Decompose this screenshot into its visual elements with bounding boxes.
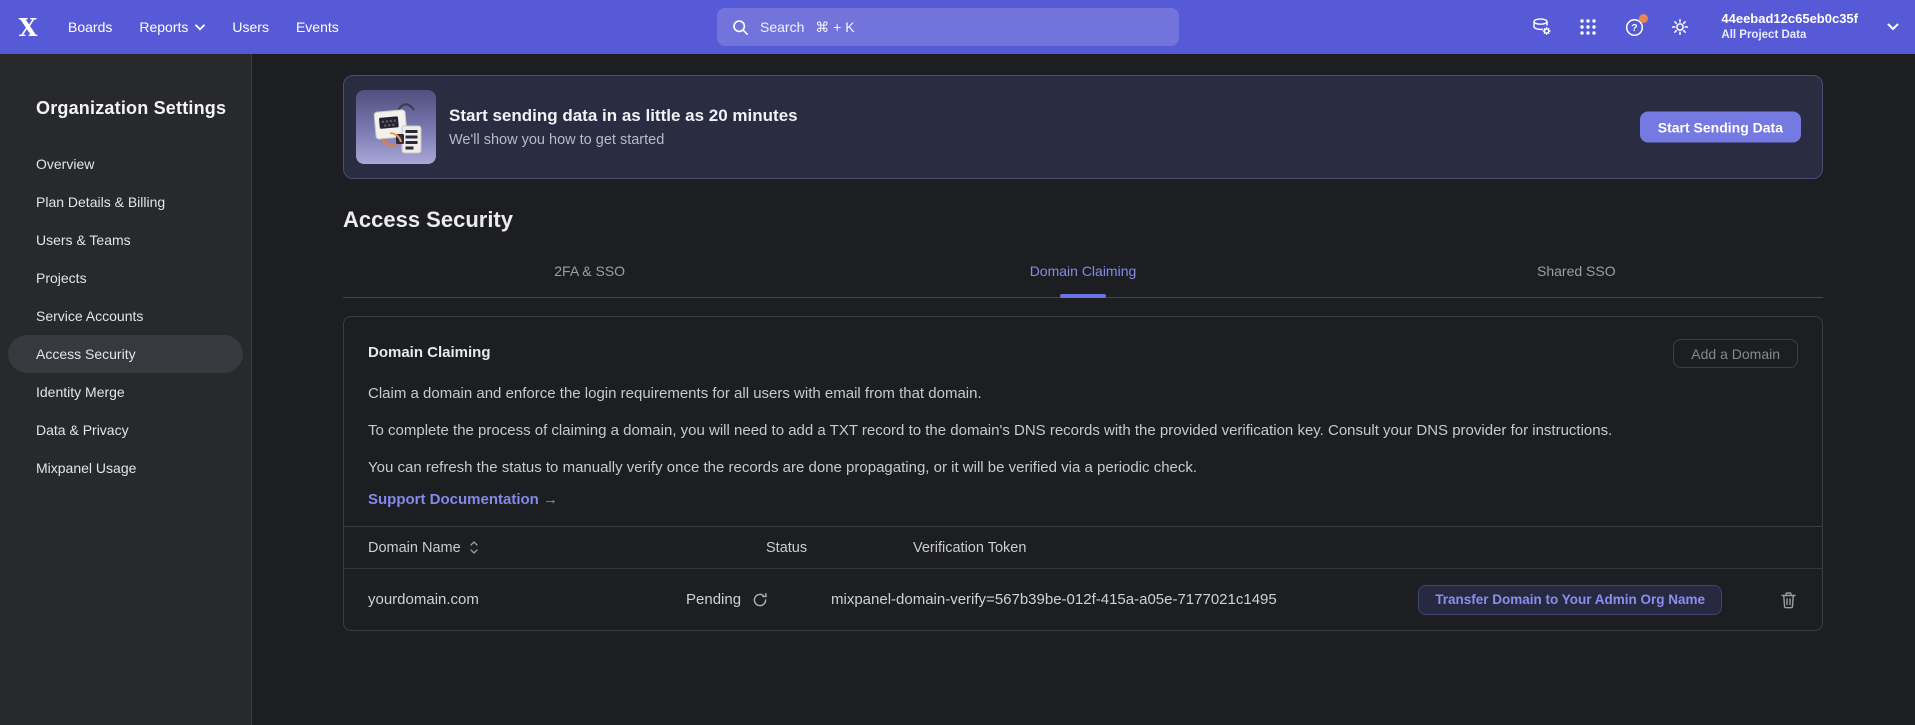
trash-icon[interactable] <box>1780 591 1797 609</box>
table-header-row: Domain Name Status Verification Token <box>344 526 1822 569</box>
project-id: 44eebad12c65eb0c35f <box>1721 11 1858 28</box>
mixpanel-logo[interactable]: X <box>14 13 42 42</box>
help-icon[interactable]: ? <box>1621 14 1647 40</box>
onboarding-banner: Start sending data in as little as 20 mi… <box>343 75 1823 179</box>
nav-item-events[interactable]: Events <box>296 19 339 35</box>
chevron-down-icon <box>195 24 205 31</box>
sidebar-item-users-teams[interactable]: Users & Teams <box>8 221 243 259</box>
nav-item-users[interactable]: Users <box>232 19 269 35</box>
refresh-icon[interactable] <box>752 592 768 608</box>
search-placeholder: Search ⌘ + K <box>760 19 855 36</box>
nav-item-label: Boards <box>68 19 112 35</box>
nav-links: Boards Reports Users Events <box>68 19 339 35</box>
sidebar-title: Organization Settings <box>36 98 251 119</box>
search-icon <box>732 19 749 36</box>
sidebar-item-overview[interactable]: Overview <box>8 145 243 183</box>
domain-claiming-card: Domain Claiming Add a Domain Claim a dom… <box>343 316 1823 631</box>
nav-item-label: Reports <box>139 19 188 35</box>
search-input[interactable]: Search ⌘ + K <box>717 8 1179 46</box>
tab-2fa-sso[interactable]: 2FA & SSO <box>343 242 836 297</box>
tab-shared-sso[interactable]: Shared SSO <box>1330 242 1823 297</box>
banner-illustration <box>356 90 436 164</box>
org-settings-sidebar: Organization Settings Overview Plan Deta… <box>0 54 252 725</box>
sidebar-item-access-security[interactable]: Access Security <box>8 335 243 373</box>
card-title: Domain Claiming <box>368 339 491 361</box>
nav-item-label: Users <box>232 19 269 35</box>
nav-item-reports[interactable]: Reports <box>139 19 205 35</box>
transfer-domain-button[interactable]: Transfer Domain to Your Admin Org Name <box>1418 585 1722 615</box>
sidebar-item-mixpanel-usage[interactable]: Mixpanel Usage <box>8 449 243 487</box>
add-domain-button[interactable]: Add a Domain <box>1673 339 1798 368</box>
access-security-tabs: 2FA & SSO Domain Claiming Shared SSO <box>343 242 1823 298</box>
nav-item-boards[interactable]: Boards <box>68 19 112 35</box>
status-badge: Pending <box>686 591 741 608</box>
verification-token-cell: mixpanel-domain-verify=567b39be-012f-415… <box>831 591 1418 608</box>
card-paragraph: You can refresh the status to manually v… <box>368 456 1708 480</box>
banner-text: Start sending data in as little as 20 mi… <box>449 106 798 148</box>
project-name: All Project Data <box>1721 28 1858 43</box>
domains-table: Domain Name Status Verification Token yo… <box>344 526 1822 630</box>
data-management-icon[interactable] <box>1529 14 1555 40</box>
domain-name-cell: yourdomain.com <box>344 591 686 608</box>
project-chevron-down-icon[interactable] <box>1887 23 1899 31</box>
svg-text:?: ? <box>1631 22 1637 34</box>
sort-icon[interactable] <box>469 540 479 555</box>
nav-right-cluster: ? 44eebad12c65eb0c35f All Project Data <box>1529 0 1899 54</box>
project-selector[interactable]: 44eebad12c65eb0c35f All Project Data <box>1721 11 1858 43</box>
support-documentation-link[interactable]: Support Documentation → <box>368 491 558 508</box>
column-header-verification-token: Verification Token <box>913 540 1822 556</box>
sidebar-item-projects[interactable]: Projects <box>8 259 243 297</box>
nav-item-label: Events <box>296 19 339 35</box>
apps-grid-icon[interactable] <box>1575 14 1601 40</box>
card-paragraph: To complete the process of claiming a do… <box>368 419 1708 443</box>
tab-domain-claiming[interactable]: Domain Claiming <box>836 242 1329 297</box>
column-header-status: Status <box>766 540 913 556</box>
banner-subtitle: We'll show you how to get started <box>449 132 798 148</box>
page-title: Access Security <box>343 207 1823 233</box>
sidebar-item-service-accounts[interactable]: Service Accounts <box>8 297 243 335</box>
top-nav: X Boards Reports Users Events Search ⌘ +… <box>0 0 1915 54</box>
gear-icon[interactable] <box>1667 14 1693 40</box>
sidebar-item-data-privacy[interactable]: Data & Privacy <box>8 411 243 449</box>
table-row: yourdomain.com Pending mixpanel-domain-v… <box>344 569 1822 630</box>
main-area: Start sending data in as little as 20 mi… <box>252 54 1915 725</box>
card-paragraph: Claim a domain and enforce the login req… <box>368 382 1708 406</box>
sidebar-item-identity-merge[interactable]: Identity Merge <box>8 373 243 411</box>
sidebar-item-plan-details-billing[interactable]: Plan Details & Billing <box>8 183 243 221</box>
start-sending-data-button[interactable]: Start Sending Data <box>1640 112 1801 143</box>
column-header-domain-name: Domain Name <box>368 540 461 556</box>
sidebar-list: Overview Plan Details & Billing Users & … <box>0 145 251 487</box>
notification-dot <box>1639 14 1648 23</box>
banner-title: Start sending data in as little as 20 mi… <box>449 106 798 126</box>
